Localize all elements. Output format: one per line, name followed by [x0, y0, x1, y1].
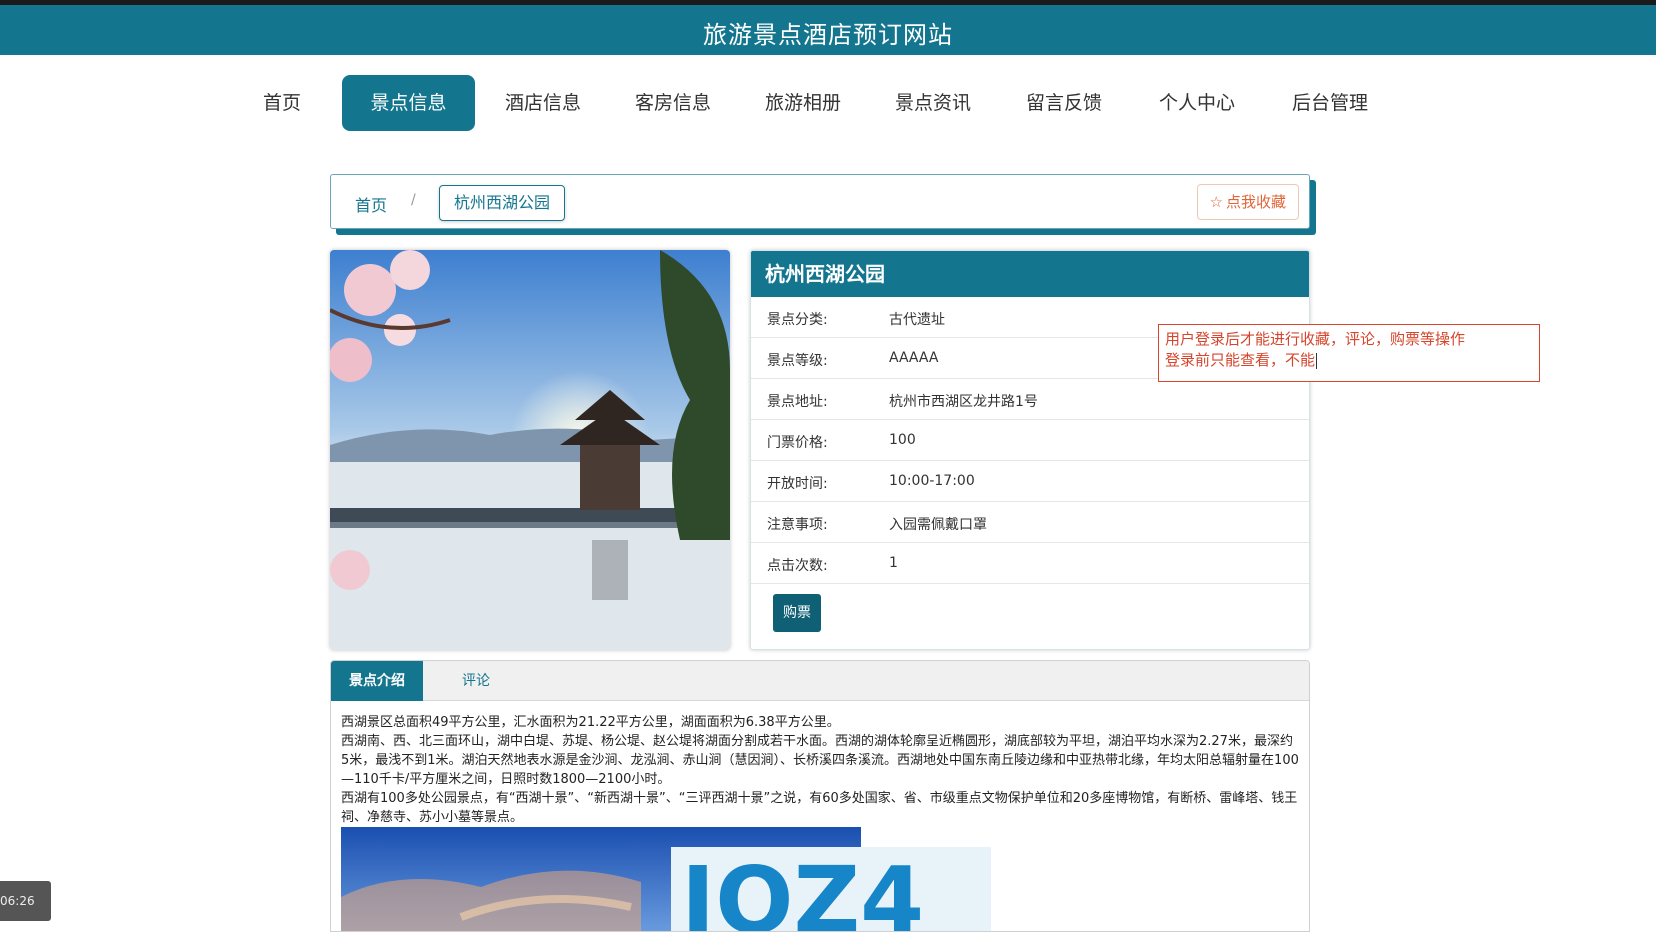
recording-timer: 06:26: [0, 881, 51, 921]
info-row-price: 门票价格: 100: [751, 420, 1309, 461]
detail-tabs: 景点介绍 评论 西湖景区总面积49平方公里，汇水面积为21.22平方公里，湖面面…: [330, 660, 1310, 932]
overlay-logo-text: IOZ4: [681, 847, 924, 932]
description-paragraph: 西湖景区总面积49平方公里，汇水面积为21.22平方公里，湖面面积为6.38平方…: [341, 715, 840, 730]
info-row-clicks: 点击次数: 1: [751, 543, 1309, 584]
info-value: 10:00-17:00: [889, 473, 975, 489]
breadcrumb-home-link[interactable]: 首页: [355, 192, 387, 216]
info-key: 开放时间:: [767, 476, 828, 492]
buy-ticket-button[interactable]: 购票: [773, 594, 821, 632]
info-key: 点击次数:: [767, 558, 828, 574]
info-value: AAAAA: [889, 350, 939, 366]
site-title: 旅游景点酒店预订网站: [703, 21, 953, 49]
annotation-textbox[interactable]: 用户登录后才能进行收藏，评论，购票等操作 登录前只能查看，不能: [1158, 324, 1540, 382]
breadcrumb: 首页 / 杭州西湖公园 ☆ 点我收藏: [330, 174, 1310, 229]
annotation-line-2-wrap: 登录前只能查看，不能: [1165, 350, 1533, 371]
nav-item-admin[interactable]: 后台管理: [1285, 75, 1375, 131]
main-nav: 首页 景点信息 酒店信息 客房信息 旅游相册 景点资讯 留言反馈 个人中心 后台…: [0, 75, 1656, 131]
info-row-address: 景点地址: 杭州市西湖区龙井路1号: [751, 379, 1309, 420]
breadcrumb-current: 杭州西湖公园: [439, 185, 566, 221]
tab-introduction[interactable]: 景点介绍: [331, 661, 423, 701]
nav-item-feedback[interactable]: 留言反馈: [1019, 75, 1109, 131]
site-header: 旅游景点酒店预订网站: [0, 0, 1656, 55]
description-paragraph: 西湖有100多处公园景点，有“西湖十景”、“新西湖十景”、“三评西湖十景”之说，…: [341, 791, 1298, 825]
info-value: 100: [889, 432, 916, 448]
tab-bar: 景点介绍 评论: [331, 661, 1309, 701]
info-row-hours: 开放时间: 10:00-17:00: [751, 461, 1309, 502]
annotation-line-2: 登录前只能查看，不能: [1165, 351, 1316, 369]
text-caret: [1316, 352, 1318, 369]
favorite-button[interactable]: ☆ 点我收藏: [1196, 184, 1299, 220]
attraction-info-panel: 杭州西湖公园 景点分类: 古代遗址 景点等级: AAAAA 景点地址: 杭州市西…: [750, 250, 1310, 650]
info-key: 景点分类:: [767, 312, 828, 328]
nav-item-home[interactable]: 首页: [252, 75, 312, 131]
info-key: 景点等级:: [767, 353, 828, 369]
attraction-description: 西湖景区总面积49平方公里，汇水面积为21.22平方公里，湖面面积为6.38平方…: [341, 713, 1301, 827]
info-key: 景点地址:: [767, 394, 828, 410]
description-banner-image: IOZ4: [341, 827, 991, 932]
nav-item-profile[interactable]: 个人中心: [1152, 75, 1242, 131]
nav-item-hotels[interactable]: 酒店信息: [498, 75, 588, 131]
attraction-photo: [330, 250, 730, 650]
attraction-photo-image: [330, 250, 730, 650]
nav-item-news[interactable]: 景点资讯: [888, 75, 978, 131]
info-value: 1: [889, 555, 898, 571]
info-row-notice: 注意事项: 入园需佩戴口罩: [751, 502, 1309, 543]
nav-item-attractions[interactable]: 景点信息: [342, 75, 475, 131]
info-value: 入园需佩戴口罩: [889, 517, 987, 533]
nav-item-album[interactable]: 旅游相册: [758, 75, 848, 131]
breadcrumb-separator: /: [411, 192, 416, 208]
nav-item-rooms[interactable]: 客房信息: [628, 75, 718, 131]
tab-comments[interactable]: 评论: [423, 661, 529, 701]
info-value: 杭州市西湖区龙井路1号: [889, 394, 1038, 410]
favorite-button-label: 点我收藏: [1225, 193, 1286, 211]
description-paragraph: 西湖南、西、北三面环山，湖中白堤、苏堤、杨公堤、赵公堤将湖面分割成若干水面。西湖…: [341, 734, 1299, 787]
info-value: 古代遗址: [889, 312, 945, 328]
annotation-line-1: 用户登录后才能进行收藏，评论，购票等操作: [1165, 330, 1466, 348]
info-key: 门票价格:: [767, 435, 828, 451]
banner-image: IOZ4: [341, 827, 991, 932]
info-key: 注意事项:: [767, 517, 828, 533]
star-outline-icon: ☆: [1209, 193, 1223, 211]
attraction-name: 杭州西湖公园: [751, 251, 1309, 297]
